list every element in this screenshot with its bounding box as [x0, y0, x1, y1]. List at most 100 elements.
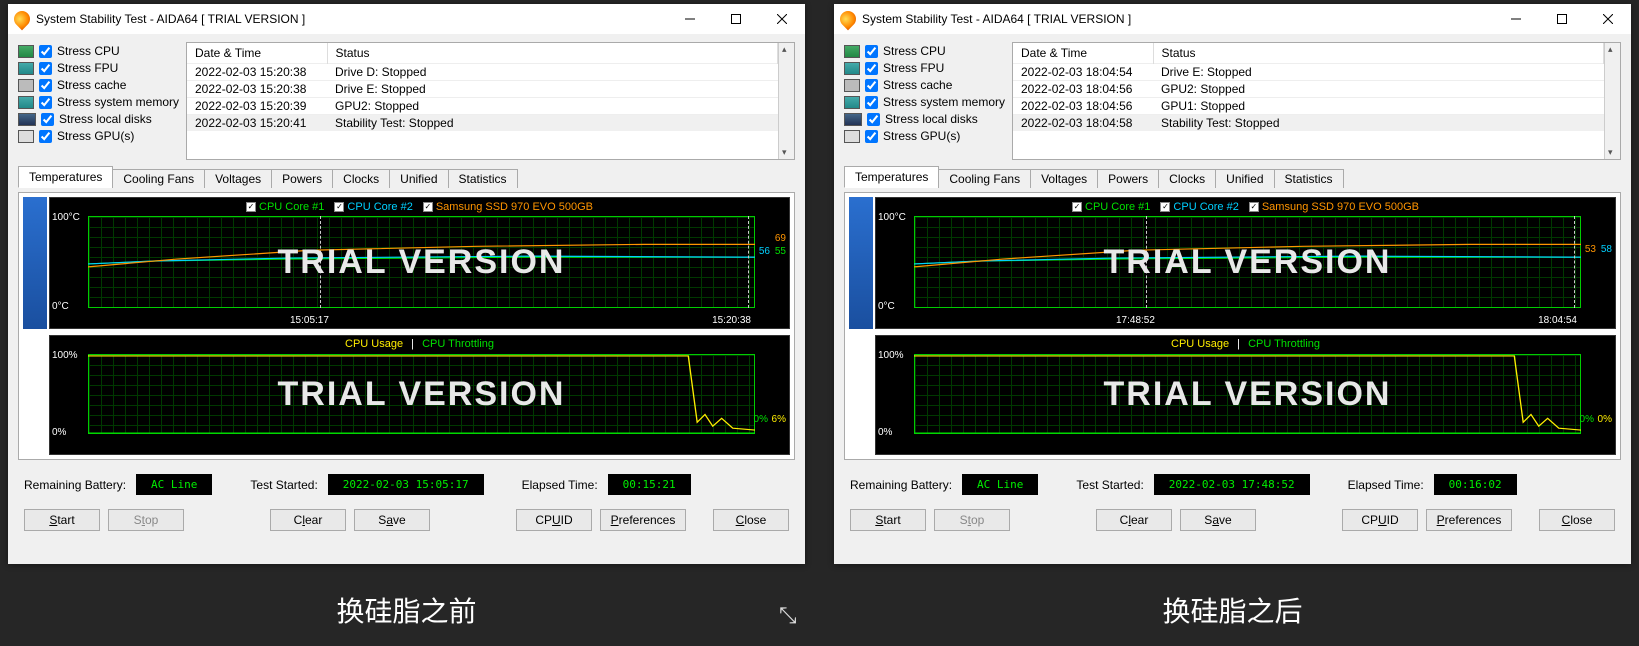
tab-voltages[interactable]: Voltages: [1030, 169, 1098, 188]
cpuid-button[interactable]: CPUID: [516, 509, 592, 531]
log-row[interactable]: 2022-02-03 15:20:38Drive E: Stopped: [187, 81, 778, 98]
stress-cpu-checkbox[interactable]: [39, 45, 52, 58]
start-button[interactable]: Start: [850, 509, 926, 531]
tab-clocks[interactable]: Clocks: [332, 169, 390, 188]
log-header-status[interactable]: Status: [327, 43, 778, 64]
app-icon: [837, 8, 860, 31]
legend-item: CPU Throttling: [1248, 338, 1320, 350]
stress-item-disk: Stress local disks: [18, 112, 180, 126]
preferences-button[interactable]: Preferences: [600, 509, 686, 531]
close-window-button[interactable]: [759, 4, 805, 34]
stress-gpu-checkbox[interactable]: [865, 130, 878, 143]
maximize-button[interactable]: [1539, 4, 1585, 34]
expand-icon[interactable]: ⤢: [775, 606, 801, 624]
remaining-battery-label: Remaining Battery:: [24, 478, 126, 492]
tab-clocks[interactable]: Clocks: [1158, 169, 1216, 188]
legend-item[interactable]: ✓CPU Core #1: [1072, 201, 1150, 213]
tab-unified[interactable]: Unified: [389, 169, 448, 188]
stress-item-disk: Stress local disks: [844, 112, 1006, 126]
legend-checkbox-icon[interactable]: ✓: [334, 202, 344, 212]
tab-powers[interactable]: Powers: [1097, 169, 1159, 188]
clear-button[interactable]: Clear: [270, 509, 346, 531]
test-started-value: 2022-02-03 15:05:17: [328, 474, 484, 495]
legend-checkbox-icon[interactable]: ✓: [1249, 202, 1259, 212]
legend-item[interactable]: ✓CPU Core #2: [1160, 201, 1238, 213]
tab-temperatures[interactable]: Temperatures: [18, 166, 113, 188]
legend-checkbox-icon[interactable]: ✓: [1160, 202, 1170, 212]
tab-unified[interactable]: Unified: [1215, 169, 1274, 188]
legend-item[interactable]: ✓CPU Core #2: [334, 201, 412, 213]
stress-fpu-checkbox[interactable]: [39, 62, 52, 75]
legend-checkbox-icon[interactable]: ✓: [423, 202, 433, 212]
tab-cooling-fans[interactable]: Cooling Fans: [938, 169, 1031, 188]
close-button[interactable]: Close: [1539, 509, 1615, 531]
stress-disk-checkbox[interactable]: [867, 113, 880, 126]
stress-options: Stress CPU Stress FPU Stress cache: [844, 42, 1006, 160]
log-row[interactable]: 2022-02-03 18:04:56GPU2: Stopped: [1013, 81, 1604, 98]
log-header-status[interactable]: Status: [1153, 43, 1604, 64]
preferences-button[interactable]: Preferences: [1426, 509, 1512, 531]
current-value: 0%: [754, 414, 768, 425]
log-row[interactable]: 2022-02-03 18:04:58Stability Test: Stopp…: [1013, 115, 1604, 132]
fpu-icon: [18, 62, 34, 75]
legend-item[interactable]: ✓CPU Core #1: [246, 201, 324, 213]
scrollbar[interactable]: [778, 43, 794, 159]
titlebar[interactable]: System Stability Test - AIDA64 [ TRIAL V…: [834, 4, 1631, 34]
y-axis-bottom: 0%: [878, 427, 892, 438]
tab-bar: TemperaturesCooling FansVoltagesPowersCl…: [844, 166, 1621, 187]
time-marker: [748, 216, 749, 308]
log-row[interactable]: 2022-02-03 15:20:39GPU2: Stopped: [187, 98, 778, 115]
scrollbar[interactable]: [1604, 43, 1620, 159]
stress-cpu-checkbox[interactable]: [865, 45, 878, 58]
log-row[interactable]: 2022-02-03 18:04:56GPU1: Stopped: [1013, 98, 1604, 115]
maximize-button[interactable]: [713, 4, 759, 34]
log-header-datetime[interactable]: Date & Time: [187, 43, 327, 64]
legend-checkbox-icon[interactable]: ✓: [1072, 202, 1082, 212]
minimize-button[interactable]: [1493, 4, 1539, 34]
caption: 换硅脂之后: [826, 590, 1639, 630]
stress-item-cpu: Stress CPU: [18, 44, 180, 58]
log-row[interactable]: 2022-02-03 15:20:41Stability Test: Stopp…: [187, 115, 778, 132]
stress-mem-checkbox[interactable]: [865, 96, 878, 109]
stop-button[interactable]: Stop: [108, 509, 184, 531]
current-value: 58: [1601, 244, 1612, 255]
save-button[interactable]: Save: [354, 509, 430, 531]
stress-item-cpu: Stress CPU: [844, 44, 1006, 58]
legend-item[interactable]: ✓Samsung SSD 970 EVO 500GB: [423, 201, 593, 213]
stop-button[interactable]: Stop: [934, 509, 1010, 531]
sensor-list[interactable]: [849, 197, 873, 329]
stress-cache-checkbox[interactable]: [39, 79, 52, 92]
tab-voltages[interactable]: Voltages: [204, 169, 272, 188]
close-window-button[interactable]: [1585, 4, 1631, 34]
stress-label: Stress system memory: [57, 95, 179, 109]
stress-mem-checkbox[interactable]: [39, 96, 52, 109]
stress-label: Stress FPU: [57, 61, 118, 75]
clear-button[interactable]: Clear: [1096, 509, 1172, 531]
tab-powers[interactable]: Powers: [271, 169, 333, 188]
stress-label: Stress FPU: [883, 61, 944, 75]
gpu-icon: [844, 130, 860, 143]
stress-gpu-checkbox[interactable]: [39, 130, 52, 143]
save-button[interactable]: Save: [1180, 509, 1256, 531]
log-row[interactable]: 2022-02-03 15:20:38Drive D: Stopped: [187, 64, 778, 81]
tab-temperatures[interactable]: Temperatures: [844, 166, 939, 188]
log-row[interactable]: 2022-02-03 18:04:54Drive E: Stopped: [1013, 64, 1604, 81]
close-button[interactable]: Close: [713, 509, 789, 531]
start-button[interactable]: Start: [24, 509, 100, 531]
fpu-icon: [844, 62, 860, 75]
minimize-button[interactable]: [667, 4, 713, 34]
stress-cache-checkbox[interactable]: [865, 79, 878, 92]
cpuid-button[interactable]: CPUID: [1342, 509, 1418, 531]
log-header-datetime[interactable]: Date & Time: [1013, 43, 1153, 64]
stress-fpu-checkbox[interactable]: [865, 62, 878, 75]
sensor-list[interactable]: [23, 197, 47, 329]
legend-checkbox-icon[interactable]: ✓: [246, 202, 256, 212]
tab-statistics[interactable]: Statistics: [448, 169, 518, 188]
stress-disk-checkbox[interactable]: [41, 113, 54, 126]
tab-cooling-fans[interactable]: Cooling Fans: [112, 169, 205, 188]
titlebar[interactable]: System Stability Test - AIDA64 [ TRIAL V…: [8, 4, 805, 34]
test-started-value: 2022-02-03 17:48:52: [1154, 474, 1310, 495]
legend-item[interactable]: ✓Samsung SSD 970 EVO 500GB: [1249, 201, 1419, 213]
stress-label: Stress GPU(s): [883, 129, 960, 143]
tab-statistics[interactable]: Statistics: [1274, 169, 1344, 188]
